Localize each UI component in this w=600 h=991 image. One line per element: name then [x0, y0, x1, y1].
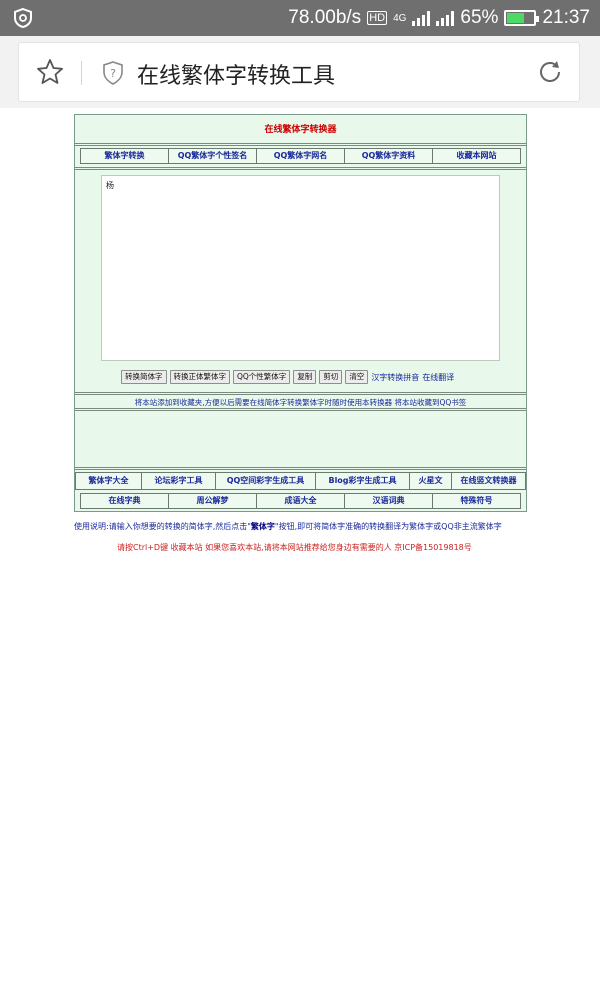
bookmark-star-icon[interactable] — [35, 57, 65, 87]
signal-icon — [412, 10, 431, 26]
nav-link[interactable]: QQ繁体字资料 — [345, 149, 433, 163]
divider — [75, 167, 526, 170]
convert-traditional-button[interactable]: 转换正体繁体字 — [169, 370, 230, 384]
converter-toolbar: 转换简体字 转换正体繁体字 QQ个性繁体字 复制 剪切 清空 汉字转换拼音 在线… — [121, 370, 454, 384]
hd-badge: HD — [367, 11, 388, 25]
editor-text: 杨 — [106, 181, 114, 190]
nav-link[interactable]: 收藏本网站 — [433, 149, 520, 163]
nav-link[interactable]: 在线竖文转换器 — [452, 473, 525, 489]
divider — [75, 408, 526, 411]
security-shield-icon[interactable]: ? — [101, 60, 125, 86]
nav-link[interactable]: 特殊符号 — [433, 494, 520, 508]
nav-link[interactable]: QQ繁体字网名 — [257, 149, 345, 163]
translate-link[interactable]: 在线翻译 — [422, 372, 454, 383]
nav-link[interactable]: Blog彩字生成工具 — [316, 473, 410, 489]
address-bar[interactable]: ? 在线繁体字转换工具 — [18, 42, 580, 102]
clock: 21:37 — [542, 7, 590, 28]
nav-link[interactable]: 火星文 — [410, 473, 452, 489]
svg-text:?: ? — [110, 67, 116, 80]
bookmark-notice[interactable]: 将本站添加到收藏夹,方便以后需要在线简体字转换繁体字时随时使用本转换器 将本站收… — [75, 397, 526, 408]
network-type: 4G — [393, 12, 407, 24]
nav-link[interactable]: 繁体字大全 — [76, 473, 142, 489]
nav-bottom-2: 在线字典 周公解梦 成语大全 汉语词典 特殊符号 — [80, 493, 521, 509]
divider — [75, 467, 526, 470]
converter-panel: 在线繁体字转换器 繁体字转换 QQ繁体字个性签名 QQ繁体字网名 QQ繁体字资料… — [74, 114, 527, 512]
nav-link[interactable]: QQ空间彩字生成工具 — [216, 473, 316, 489]
status-bar: 78.00b/s HD 4G 65% 21:37 — [0, 0, 600, 36]
nav-link[interactable]: QQ繁体字个性签名 — [169, 149, 257, 163]
nav-link[interactable]: 论坛彩字工具 — [142, 473, 216, 489]
refresh-icon[interactable] — [535, 57, 565, 87]
signal-icon-2 — [436, 10, 455, 26]
clear-button[interactable]: 清空 — [345, 370, 369, 384]
page-title[interactable]: 在线繁体字转换工具 — [137, 58, 335, 90]
nav-link[interactable]: 成语大全 — [257, 494, 345, 508]
nav-top: 繁体字转换 QQ繁体字个性签名 QQ繁体字网名 QQ繁体字资料 收藏本网站 — [80, 148, 521, 164]
divider — [75, 392, 526, 395]
copy-button[interactable]: 复制 — [293, 370, 317, 384]
nav-bottom-1: 繁体字大全 论坛彩字工具 QQ空间彩字生成工具 Blog彩字生成工具 火星文 在… — [75, 472, 526, 490]
nav-link[interactable]: 在线字典 — [81, 494, 169, 508]
browser-toolbar: ? 在线繁体字转换工具 — [0, 36, 600, 108]
nav-link[interactable]: 汉语词典 — [345, 494, 433, 508]
nav-link[interactable]: 周公解梦 — [169, 494, 257, 508]
cut-button[interactable]: 剪切 — [319, 370, 343, 384]
footer-text: 请按Ctrl+D键 收藏本站 如果您喜欢本站,请将本网站推荐给您身边有需要的人 … — [117, 543, 472, 552]
shield-icon — [14, 7, 32, 29]
usage-text-1: 使用说明:请输入你想要的转换的简体字,然后点击" — [74, 522, 251, 531]
text-input-area[interactable]: 杨 — [101, 175, 500, 361]
pinyin-link[interactable]: 汉字转换拼音 — [371, 372, 419, 383]
net-speed: 78.00b/s — [288, 7, 362, 28]
usage-bold: 繁体字 — [250, 522, 275, 531]
battery-icon — [504, 10, 540, 26]
divider — [75, 143, 526, 146]
convert-simplified-button[interactable]: 转换简体字 — [121, 370, 167, 384]
nav-link[interactable]: 繁体字转换 — [81, 149, 169, 163]
usage-instructions: 使用说明:请输入你想要的转换的简体字,然后点击"繁体字"按钮,即可将简体字准确的… — [74, 521, 534, 532]
usage-text-2: "按钮,即可将简体字准确的转换翻译为繁体字或QQ非主流繁体字 — [274, 522, 502, 531]
divider — [81, 61, 82, 85]
qq-traditional-button[interactable]: QQ个性繁体字 — [233, 370, 291, 384]
battery-percent: 65% — [460, 7, 499, 28]
site-title: 在线繁体字转换器 — [264, 125, 337, 135]
